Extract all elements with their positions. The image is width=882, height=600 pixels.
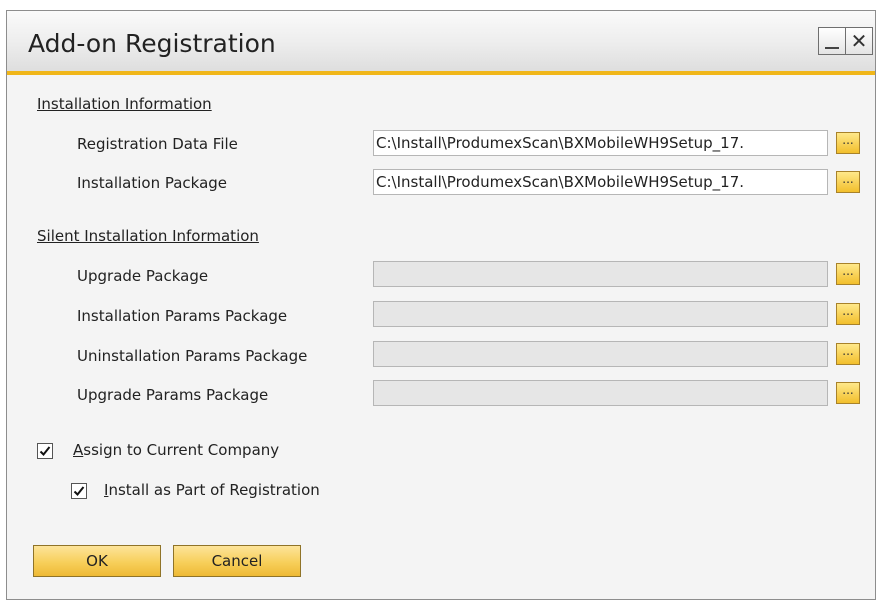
- registration-data-file-label: Registration Data File: [77, 135, 238, 153]
- uninstallation-params-package-field[interactable]: [373, 341, 828, 367]
- installation-params-package-field[interactable]: [373, 301, 828, 327]
- registration-data-file-browse-button[interactable]: ...: [836, 132, 860, 154]
- upgrade-package-field[interactable]: [373, 261, 828, 287]
- cancel-button[interactable]: Cancel: [173, 545, 301, 577]
- checkmark-icon: [39, 446, 51, 456]
- close-icon: ✕: [850, 29, 868, 53]
- upgrade-package-label: Upgrade Package: [77, 267, 209, 285]
- install-as-part-of-registration-label[interactable]: Install as Part of Registration: [104, 481, 320, 499]
- dialog-title: Add-on Registration: [28, 29, 276, 58]
- upgrade-params-package-field[interactable]: [373, 380, 828, 406]
- add-on-registration-dialog: Add-on Registration ✕ Installation Infor…: [6, 10, 876, 600]
- checkmark-icon: [73, 486, 85, 496]
- installation-information-header: Installation Information: [37, 95, 212, 113]
- registration-data-file-field[interactable]: C:\Install\ProdumexScan\BXMobileWH9Setup…: [373, 130, 828, 156]
- uninstallation-params-package-label: Uninstallation Params Package: [77, 347, 308, 365]
- installation-params-package-browse-button[interactable]: ...: [836, 303, 860, 325]
- installation-package-field[interactable]: C:\Install\ProdumexScan\BXMobileWH9Setup…: [373, 169, 828, 195]
- minimize-icon: [825, 47, 839, 49]
- upgrade-params-package-browse-button[interactable]: ...: [836, 382, 860, 404]
- upgrade-package-browse-button[interactable]: ...: [836, 263, 860, 285]
- installation-params-package-label: Installation Params Package: [77, 307, 288, 325]
- minimize-button[interactable]: [818, 27, 846, 55]
- close-button[interactable]: ✕: [845, 27, 873, 55]
- title-bar[interactable]: Add-on Registration ✕: [7, 11, 875, 71]
- upgrade-params-package-label: Upgrade Params Package: [77, 386, 269, 404]
- uninstallation-params-package-browse-button[interactable]: ...: [836, 343, 860, 365]
- assign-to-current-company-label[interactable]: Assign to Current Company: [73, 441, 279, 459]
- installation-package-browse-button[interactable]: ...: [836, 171, 860, 193]
- ok-button[interactable]: OK: [33, 545, 161, 577]
- install-as-part-of-registration-checkbox[interactable]: [71, 483, 87, 499]
- installation-package-label: Installation Package: [77, 174, 228, 192]
- silent-installation-information-header: Silent Installation Information: [37, 227, 259, 245]
- assign-to-current-company-checkbox[interactable]: [37, 443, 53, 459]
- title-accent-bar: [7, 71, 875, 75]
